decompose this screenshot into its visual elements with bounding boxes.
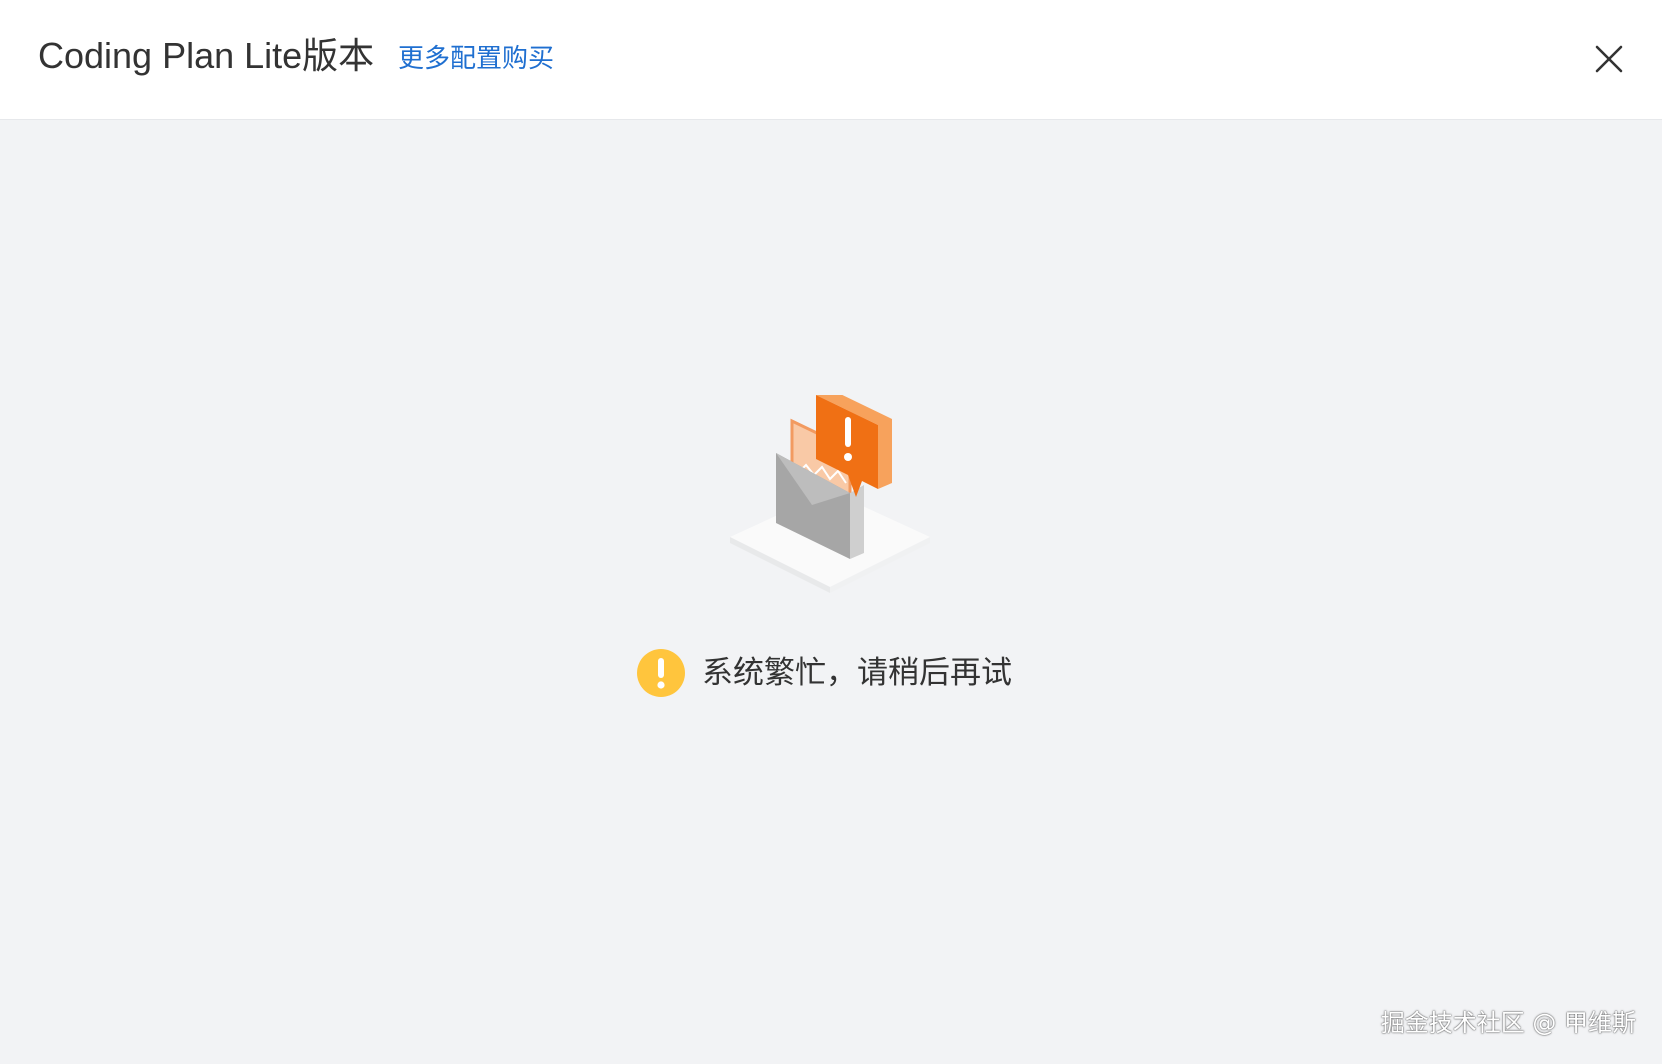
warning-circle-icon [637,649,685,697]
close-icon [1595,45,1623,73]
error-message: 系统繁忙，请稍后再试 [702,655,1012,691]
close-button[interactable] [1588,38,1630,80]
dialog-header: Coding Plan Lite版本 更多配置购买 [0,0,1662,120]
dialog-title: Coding Plan Lite版本 [38,35,375,76]
error-message-row: 系统繁忙，请稍后再试 [636,646,1012,700]
error-document-icon [720,389,940,605]
more-config-purchase-link[interactable]: 更多配置购买 [398,42,554,76]
watermark: 掘金技术社区 @ 甲维斯 [1380,1009,1636,1037]
